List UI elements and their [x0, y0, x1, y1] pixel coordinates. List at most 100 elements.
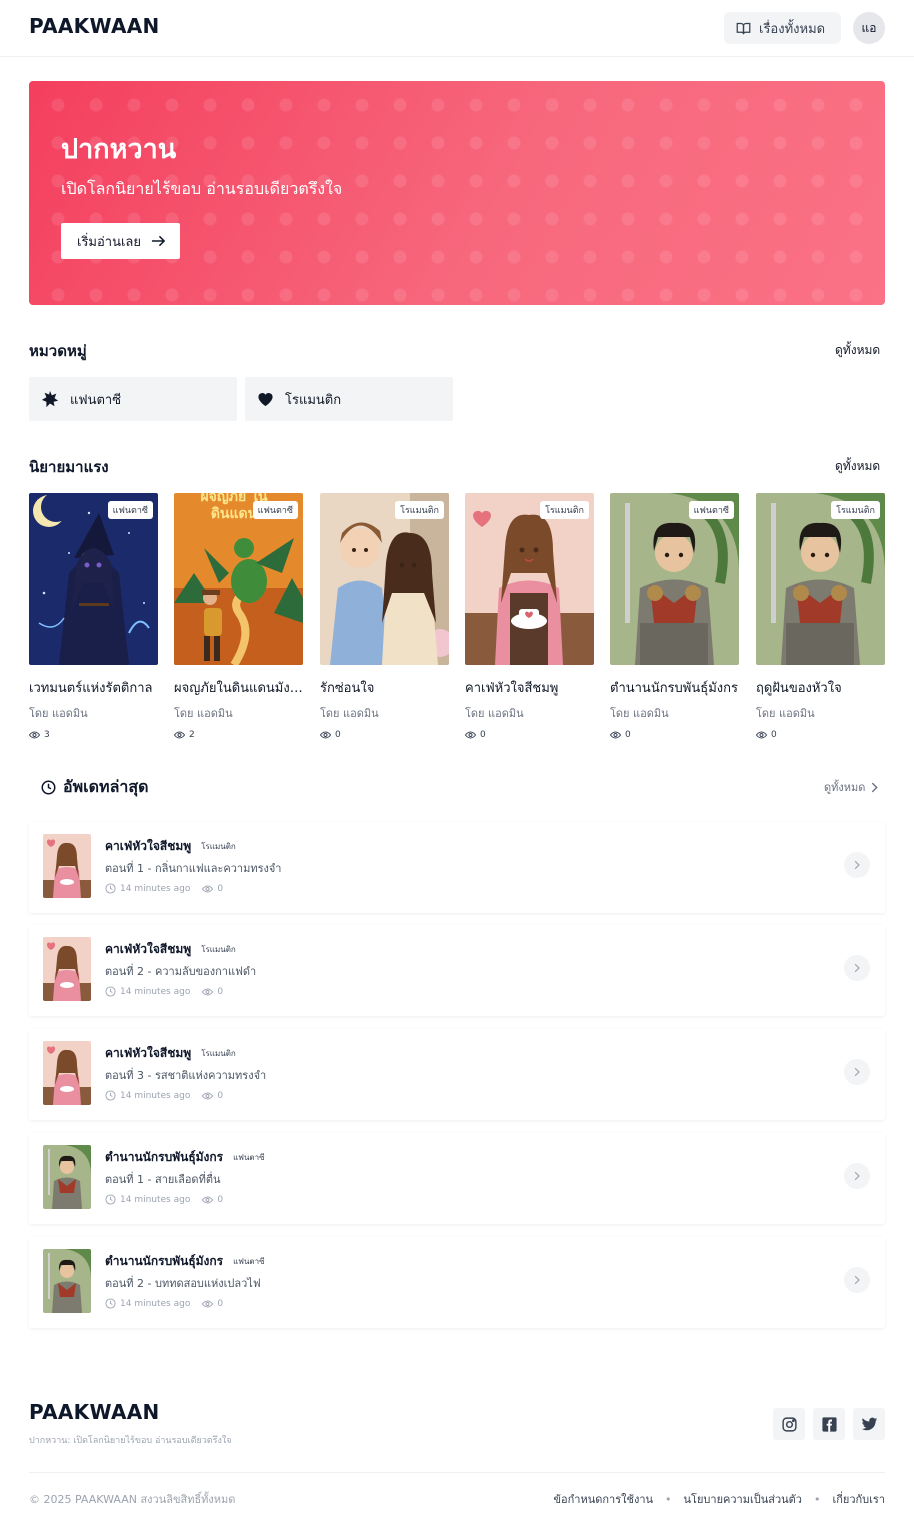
story-title-text: คาเฟ่หัวใจสีชมพู [105, 942, 192, 956]
book-cover[interactable]: แฟนตาซี [29, 493, 158, 665]
episode-title[interactable]: ตอนที่ 1 - กลิ่นกาแฟและความทรงจำ [105, 859, 281, 877]
eye-icon [29, 731, 40, 739]
book-author: โดย แอดมิน [465, 707, 524, 720]
footer-links: ข้อกำหนดการใช้งาน • นโยบายความเป็นส่วนตั… [554, 1490, 886, 1508]
update-row[interactable]: คาเฟ่หัวใจสีชมพู โรแมนติก ตอนที่ 1 - กลิ… [29, 822, 885, 913]
book-views: 3 [29, 730, 158, 740]
genre-tag: แฟนตาซี [233, 1257, 265, 1266]
update-story-title[interactable]: คาเฟ่หัวใจสีชมพู โรแมนติก [105, 837, 236, 856]
view-count: 0 [217, 883, 224, 894]
book-cover[interactable]: โรแมนติก [465, 493, 594, 665]
open-episode-button[interactable] [844, 852, 870, 878]
book-title[interactable]: รักซ่อนใจ [320, 677, 449, 698]
terms-link[interactable]: ข้อกำหนดการใช้งาน [554, 1490, 654, 1508]
genre-tag: แฟนตาซี [107, 501, 153, 519]
eye-icon [756, 731, 767, 739]
update-time: 14 minutes ago [120, 883, 191, 894]
update-story-title[interactable]: คาเฟ่หัวใจสีชมพู โรแมนติก [105, 1044, 236, 1063]
update-row[interactable]: คาเฟ่หัวใจสีชมพู โรแมนติก ตอนที่ 3 - รสช… [29, 1029, 885, 1120]
view-count: 0 [217, 986, 224, 997]
book-title[interactable]: คาเฟ่หัวใจสีชมพู [465, 677, 594, 698]
view-count: 3 [44, 730, 50, 740]
story-title-text: คาเฟ่หัวใจสีชมพู [105, 839, 192, 853]
user-avatar[interactable]: แอ [853, 12, 885, 44]
episode-title[interactable]: ตอนที่ 2 - ความลับของกาแฟดำ [105, 962, 256, 980]
eye-icon [202, 987, 214, 996]
update-thumbnail[interactable] [43, 834, 91, 898]
category-romance[interactable]: โรแมนติก [245, 377, 453, 421]
book-card[interactable]: โรแมนติก รักซ่อนใจ โดย แอดมิน 0 [320, 493, 449, 740]
book-author: โดย แอดมิน [320, 707, 379, 720]
update-meta: 14 minutes ago 0 [105, 986, 223, 997]
book-card[interactable]: โรแมนติก คาเฟ่หัวใจสีชมพู โดย แอดมิน 0 [465, 493, 594, 740]
eye-icon [202, 884, 214, 893]
book-views: 0 [610, 730, 739, 740]
update-story-title[interactable]: ตำนานนักรบพันธุ์มังกร แฟนตาซี [105, 1148, 265, 1167]
book-cover[interactable]: ผจญภัย ในดินแดน แฟนตาซี [174, 493, 303, 665]
book-card[interactable]: แฟนตาซี เวทมนตร์แห่งรัตติกาล โดย แอดมิน … [29, 493, 158, 740]
update-row[interactable]: ตำนานนักรบพันธุ์มังกร แฟนตาซี ตอนที่ 1 -… [29, 1133, 885, 1224]
episode-title[interactable]: ตอนที่ 1 - สายเลือดที่ตื่น [105, 1170, 220, 1188]
genre-tag: โรแมนติก [540, 501, 589, 519]
episode-title[interactable]: ตอนที่ 3 - รสชาติแห่งความทรงจำ [105, 1066, 266, 1084]
update-thumbnail[interactable] [43, 1249, 91, 1313]
book-views: 2 [174, 730, 303, 740]
instagram-link[interactable] [773, 1408, 805, 1440]
star-burst-icon [41, 390, 59, 408]
privacy-link[interactable]: นโยบายความเป็นส่วนตัว [684, 1490, 802, 1508]
updates-view-all[interactable]: ดูทั้งหมด [824, 778, 879, 796]
book-title[interactable]: ผจญภัยในดินแดนมังกร [174, 677, 303, 698]
hero-title: ปากหวาน [61, 134, 177, 165]
episode-title[interactable]: ตอนที่ 2 - บททดสอบแห่งเปลวไฟ [105, 1274, 261, 1292]
twitter-icon [861, 1417, 877, 1430]
book-open-icon [736, 22, 751, 34]
book-title[interactable]: ฤดูฝันของหัวใจ [756, 677, 885, 698]
update-story-title[interactable]: คาเฟ่หัวใจสีชมพู โรแมนติก [105, 940, 236, 959]
book-cover[interactable]: แฟนตาซี [610, 493, 739, 665]
facebook-link[interactable] [813, 1408, 845, 1440]
update-story-title[interactable]: ตำนานนักรบพันธุ์มังกร แฟนตาซี [105, 1252, 265, 1271]
all-stories-button[interactable]: เรื่องทั้งหมด [724, 12, 841, 44]
story-title-text: คาเฟ่หัวใจสีชมพู [105, 1046, 192, 1060]
book-card[interactable]: ผจญภัย ในดินแดน แฟนตาซี ผจญภัยในดินแดนมั… [174, 493, 303, 740]
update-thumbnail[interactable] [43, 937, 91, 1001]
separator-dot: • [813, 1492, 821, 1506]
book-cover[interactable]: โรแมนติก [320, 493, 449, 665]
about-link[interactable]: เกี่ยวกับเรา [832, 1490, 885, 1508]
chevron-right-icon [854, 1275, 860, 1285]
book-title[interactable]: ตำนานนักรบพันธุ์มังกร [610, 677, 739, 698]
story-title-text: ตำนานนักรบพันธุ์มังกร [105, 1254, 224, 1268]
open-episode-button[interactable] [844, 1059, 870, 1085]
book-card[interactable]: แฟนตาซี ตำนานนักรบพันธุ์มังกร โดย แอดมิน… [610, 493, 739, 740]
eye-icon [465, 731, 476, 739]
open-episode-button[interactable] [844, 1267, 870, 1293]
category-fantasy[interactable]: แฟนตาซี [29, 377, 237, 421]
update-thumbnail[interactable] [43, 1041, 91, 1105]
book-title[interactable]: เวทมนตร์แห่งรัตติกาล [29, 677, 158, 698]
book-author: โดย แอดมิน [174, 707, 233, 720]
view-count: 0 [771, 730, 777, 740]
genre-tag: แฟนตาซี [252, 501, 298, 519]
update-thumbnail[interactable] [43, 1145, 91, 1209]
footer-logo[interactable]: PAAKWAAN [29, 1400, 160, 1424]
open-episode-button[interactable] [844, 955, 870, 981]
categories-view-all[interactable]: ดูทั้งหมด [835, 341, 880, 360]
book-views: 0 [756, 730, 885, 740]
site-logo[interactable]: PAAKWAAN [29, 14, 160, 38]
update-meta: 14 minutes ago 0 [105, 1194, 223, 1205]
genre-tag: โรแมนติก [201, 1049, 236, 1058]
update-row[interactable]: คาเฟ่หัวใจสีชมพู โรแมนติก ตอนที่ 2 - ควา… [29, 925, 885, 1016]
genre-tag: แฟนตาซี [688, 501, 734, 519]
twitter-link[interactable] [853, 1408, 885, 1440]
popular-view-all[interactable]: ดูทั้งหมด [835, 457, 880, 476]
book-cover[interactable]: โรแมนติก [756, 493, 885, 665]
book-author: โดย แอดมิน [29, 707, 88, 720]
open-episode-button[interactable] [844, 1163, 870, 1189]
update-row[interactable]: ตำนานนักรบพันธุ์มังกร แฟนตาซี ตอนที่ 2 -… [29, 1237, 885, 1328]
all-stories-label: เรื่องทั้งหมด [759, 21, 826, 37]
view-count: 0 [480, 730, 486, 740]
updates-view-all-label: ดูทั้งหมด [824, 781, 866, 794]
book-card[interactable]: โรแมนติก ฤดูฝันของหัวใจ โดย แอดมิน 0 [756, 493, 885, 740]
start-reading-button[interactable]: เริ่มอ่านเลย [61, 223, 180, 259]
popular-title: นิยายมาแรง [29, 458, 109, 476]
